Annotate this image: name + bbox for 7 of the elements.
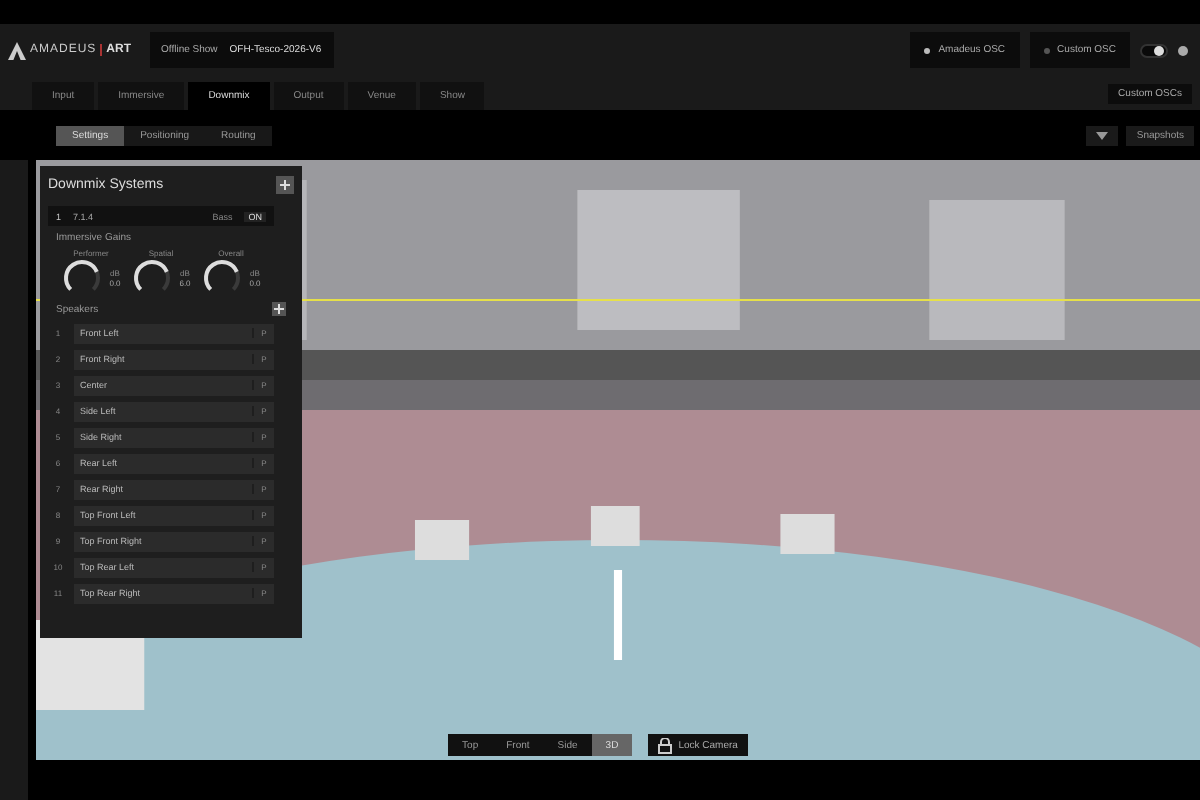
add-button[interactable] bbox=[276, 175, 294, 193]
toggle-switch[interactable] bbox=[1140, 43, 1168, 57]
logo-icon bbox=[8, 41, 26, 59]
lock-icon bbox=[658, 737, 673, 753]
caret-icon bbox=[1096, 131, 1109, 139]
camera-dropdown[interactable] bbox=[1086, 125, 1119, 145]
add-button[interactable] bbox=[272, 302, 286, 316]
